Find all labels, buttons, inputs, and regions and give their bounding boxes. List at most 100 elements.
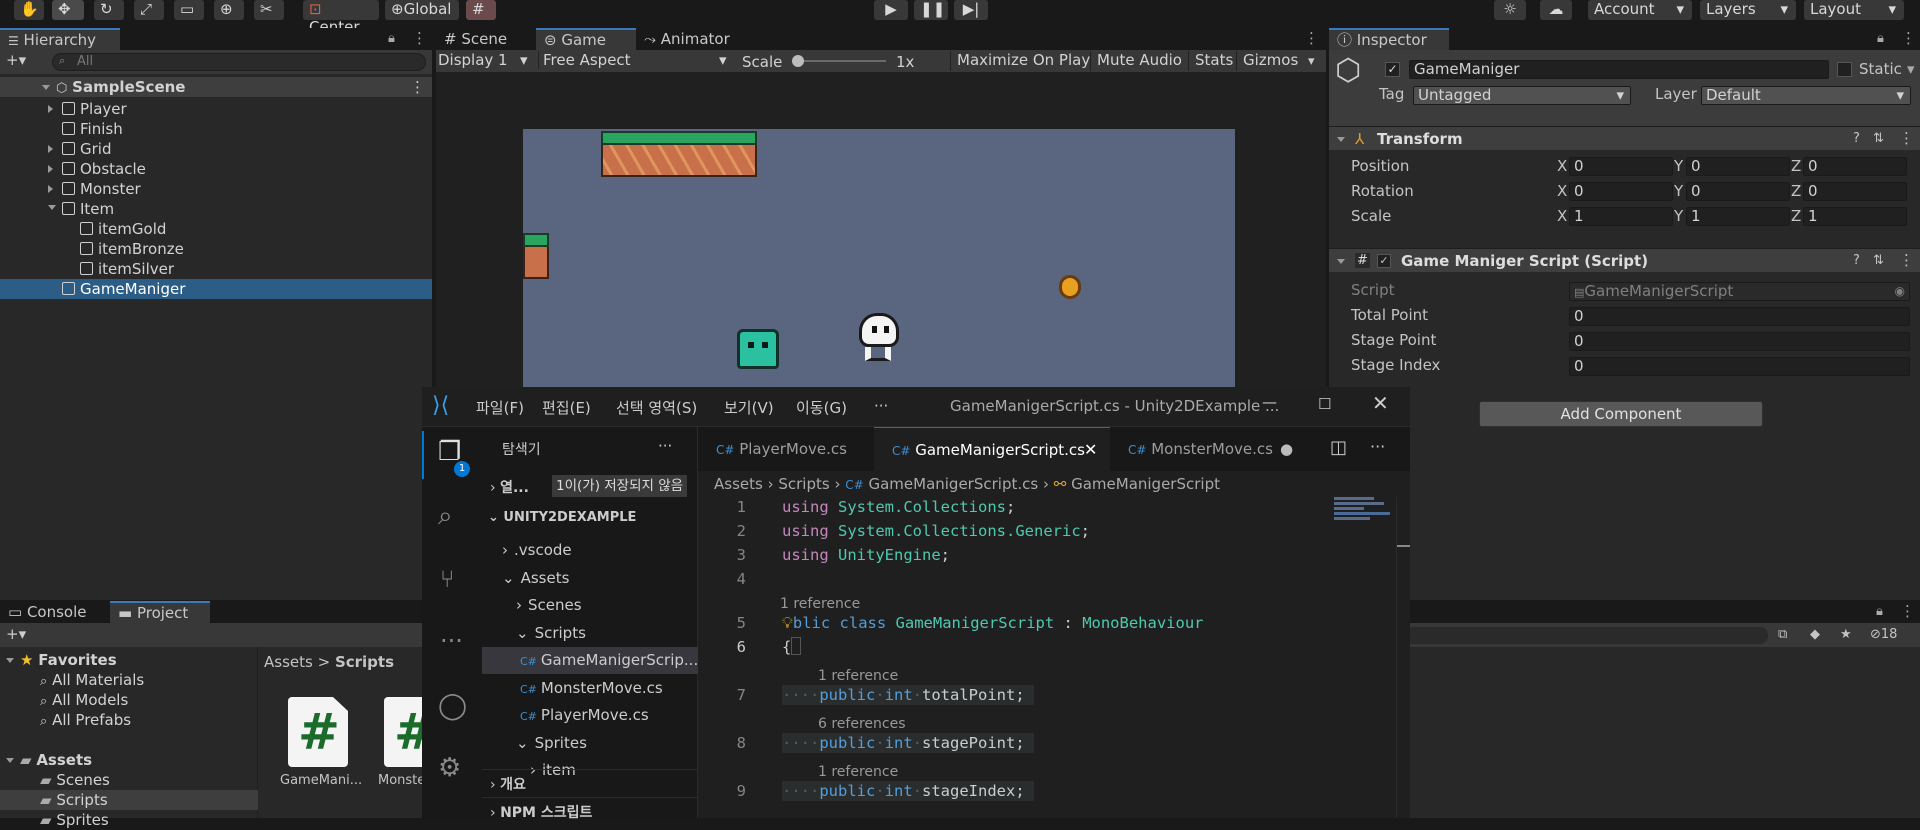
tag-dropdown[interactable]: Untagged ▾ bbox=[1413, 86, 1631, 105]
script-field-input[interactable]: 0 bbox=[1569, 357, 1910, 376]
more-views-icon[interactable]: ··· bbox=[440, 627, 463, 655]
chevron-down-icon[interactable]: ▾ bbox=[1907, 60, 1915, 78]
target-icon[interactable]: ◉ bbox=[1895, 283, 1905, 300]
breadcrumb-assets[interactable]: Assets bbox=[264, 653, 313, 671]
tab-close-icon[interactable]: ✕ bbox=[1084, 428, 1097, 472]
explorer-tree-item[interactable]: C# PlayerMove.cs bbox=[482, 702, 698, 729]
explorer-tree-item[interactable]: C# MonsterMove.cs bbox=[482, 675, 698, 702]
breadcrumb-class[interactable]: GameManigerScript bbox=[1071, 475, 1220, 493]
breadcrumb-assets[interactable]: Assets bbox=[714, 475, 763, 493]
expand-icon[interactable] bbox=[48, 185, 53, 193]
tab-animator[interactable]: ⤳ Animator bbox=[636, 28, 746, 50]
menu-item[interactable]: 이동(G) bbox=[796, 397, 847, 418]
game-viewport[interactable] bbox=[523, 129, 1235, 419]
help-icon[interactable]: ? bbox=[1853, 131, 1860, 146]
script-file-icon[interactable]: # bbox=[288, 697, 348, 767]
active-checkbox[interactable]: ✓ bbox=[1385, 62, 1400, 77]
aspect-dropdown[interactable]: Free Aspect ▾ bbox=[538, 51, 730, 69]
hierarchy-item[interactable]: GameManiger bbox=[0, 279, 432, 299]
codelens-reference[interactable]: 1 reference bbox=[780, 595, 860, 613]
explorer-tree-item[interactable]: C# GameManigerScrip... bbox=[482, 647, 698, 674]
search-icon[interactable]: ⌕ bbox=[438, 501, 453, 532]
transform-x-input[interactable]: 0 bbox=[1569, 157, 1673, 176]
maximize-on-play-toggle[interactable]: Maximize On Play bbox=[950, 51, 1090, 71]
preset-icon[interactable]: ⇅ bbox=[1873, 253, 1884, 268]
add-icon[interactable]: +▾ bbox=[6, 51, 26, 69]
display-dropdown[interactable]: Display 1 ▾ bbox=[438, 51, 534, 69]
explorer-tree-item[interactable]: › .vscode bbox=[482, 537, 698, 564]
transform-x-input[interactable]: 1 bbox=[1569, 207, 1673, 226]
hierarchy-search-input[interactable]: ⌕ All bbox=[52, 53, 426, 71]
component-more-icon[interactable]: ⋮ bbox=[1899, 251, 1914, 269]
transform-y-input[interactable]: 0 bbox=[1686, 157, 1790, 176]
expand-icon[interactable] bbox=[48, 105, 53, 113]
preset-icon[interactable]: ⇅ bbox=[1873, 131, 1884, 146]
assets-row[interactable]: ▰ Assets bbox=[0, 750, 258, 770]
hierarchy-item[interactable]: Item bbox=[0, 199, 432, 219]
hierarchy-item[interactable]: Obstacle bbox=[0, 159, 432, 179]
favorite-star-icon[interactable]: ★ bbox=[1840, 627, 1852, 642]
tab-hierarchy[interactable]: ☰ Hierarchy bbox=[0, 28, 120, 50]
view-more-icon[interactable]: ⋮ bbox=[1304, 29, 1319, 47]
object-name-input[interactable]: GameManiger bbox=[1409, 60, 1829, 79]
minimap[interactable] bbox=[1334, 495, 1394, 535]
hierarchy-item[interactable]: itemBronze bbox=[0, 239, 432, 259]
hierarchy-item[interactable]: Finish bbox=[0, 119, 432, 139]
hierarchy-item[interactable]: itemSilver bbox=[0, 259, 432, 279]
gizmos-toggle[interactable]: Gizmos bbox=[1236, 51, 1298, 71]
tab-console[interactable]: ▭ Console bbox=[0, 601, 110, 623]
account-icon[interactable]: ◯ bbox=[438, 691, 467, 721]
scale-tool-icon[interactable]: ⤢ bbox=[134, 0, 164, 20]
lock-icon[interactable]: 🔒︎ bbox=[1877, 31, 1884, 46]
scene-more-icon[interactable]: ⋮ bbox=[410, 77, 425, 97]
expand-icon[interactable] bbox=[48, 165, 53, 173]
npm-scripts-section[interactable]: › NPM 스크립트 bbox=[482, 797, 698, 826]
assets-folder-item[interactable]: ▰ Sprites bbox=[0, 810, 258, 830]
editor-more-icon[interactable]: ··· bbox=[1370, 437, 1385, 456]
explorer-tree-item[interactable]: ⌄ Assets bbox=[482, 565, 698, 592]
transform-x-input[interactable]: 0 bbox=[1569, 182, 1673, 201]
script-component-header[interactable]: # ✓ Game Maniger Script (Script) ? ⇅ ⋮ bbox=[1329, 248, 1920, 272]
hierarchy-item[interactable]: itemGold bbox=[0, 219, 432, 239]
sun-icon[interactable]: ☼ bbox=[1494, 0, 1526, 20]
menu-item[interactable]: ··· bbox=[874, 397, 888, 415]
tab-playermove[interactable]: C# PlayerMove.cs bbox=[698, 427, 874, 471]
tab-game[interactable]: ⊜ Game bbox=[536, 28, 636, 50]
script-field-input[interactable]: 0 bbox=[1569, 307, 1910, 326]
grid-snap-icon[interactable]: # bbox=[466, 0, 496, 20]
pause-button[interactable]: ❚❚ bbox=[914, 0, 948, 20]
open-editors-row[interactable]: › 열... bbox=[490, 477, 529, 497]
static-checkbox[interactable] bbox=[1837, 62, 1852, 77]
script-field-input[interactable]: 0 bbox=[1569, 332, 1910, 351]
move-tool-icon[interactable]: ✥ bbox=[52, 0, 84, 20]
transform-z-input[interactable]: 1 bbox=[1803, 207, 1907, 226]
mute-audio-toggle[interactable]: Mute Audio bbox=[1090, 51, 1182, 71]
outline-section[interactable]: › 개요 bbox=[482, 769, 698, 798]
transform-y-input[interactable]: 0 bbox=[1686, 182, 1790, 201]
explorer-tree-item[interactable]: › Scenes bbox=[482, 592, 698, 619]
editor-scrollbar[interactable] bbox=[1396, 497, 1410, 818]
lock-icon[interactable]: 🔒︎ bbox=[388, 31, 395, 46]
project-search-input[interactable] bbox=[1392, 627, 1768, 644]
hierarchy-item[interactable]: Player bbox=[0, 99, 432, 119]
maximize-icon[interactable]: ☐ bbox=[1318, 395, 1331, 413]
source-control-icon[interactable]: ⑂ bbox=[440, 565, 454, 593]
layers-dropdown[interactable]: Layers ▾ bbox=[1700, 0, 1796, 20]
cloud-icon[interactable]: ☁ bbox=[1540, 0, 1572, 20]
layer-dropdown[interactable]: Default ▾ bbox=[1701, 86, 1911, 105]
menu-item[interactable]: 편집(E) bbox=[542, 397, 591, 418]
breadcrumb-scripts[interactable]: Scripts bbox=[778, 475, 829, 493]
scale-slider-handle[interactable] bbox=[792, 55, 804, 67]
transform-tool-icon[interactable]: ⊕ bbox=[214, 0, 244, 20]
pivot-global-button[interactable]: ⊕Global bbox=[385, 0, 459, 20]
hierarchy-item[interactable]: Monster bbox=[0, 179, 432, 199]
menu-item[interactable]: 파일(F) bbox=[476, 397, 524, 418]
transform-z-input[interactable]: 0 bbox=[1803, 157, 1907, 176]
tab-monstermove[interactable]: C# MonsterMove.cs ● bbox=[1110, 427, 1304, 471]
tab-scene[interactable]: # Scene bbox=[436, 28, 536, 50]
add-component-button[interactable]: Add Component bbox=[1479, 401, 1763, 427]
tab-gamemanigerscript[interactable]: C# GameManigerScript.cs ✕ bbox=[874, 427, 1110, 471]
tab-project[interactable]: ▬ Project bbox=[110, 601, 210, 623]
breadcrumb-scripts[interactable]: Scripts bbox=[335, 653, 394, 671]
close-icon[interactable]: ✕ bbox=[1372, 391, 1389, 415]
